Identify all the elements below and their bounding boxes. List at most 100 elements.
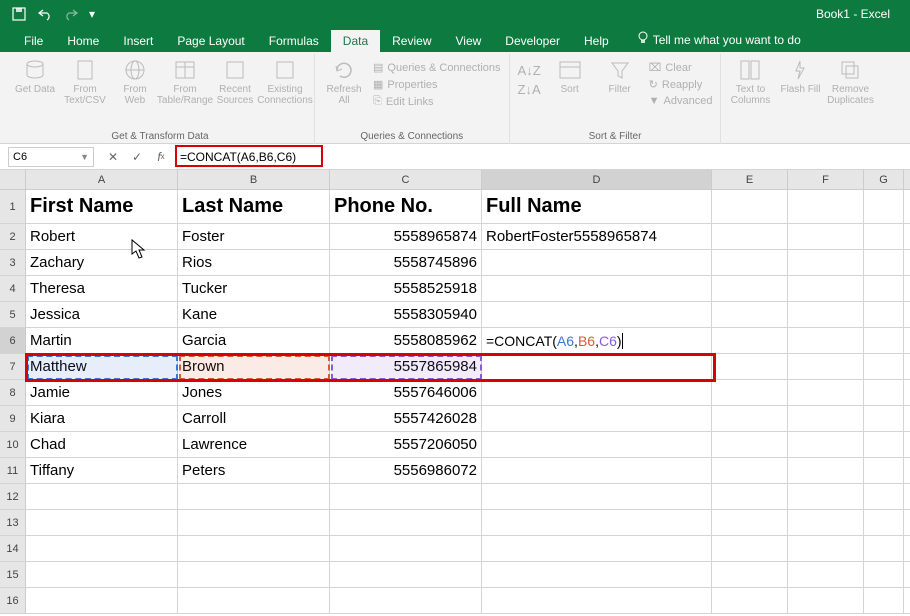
cell[interactable]: Carroll	[178, 406, 330, 431]
cell[interactable]	[788, 328, 864, 353]
row-header[interactable]: 9	[0, 406, 26, 431]
edit-links-button[interactable]: ⎘Edit Links	[371, 94, 503, 109]
cell[interactable]	[788, 406, 864, 431]
cell[interactable]	[712, 588, 788, 613]
cell[interactable]	[26, 484, 178, 509]
row-header[interactable]: 4	[0, 276, 26, 301]
formula-input[interactable]	[176, 147, 910, 167]
cell[interactable]	[788, 432, 864, 457]
cell[interactable]	[712, 406, 788, 431]
cell[interactable]	[712, 536, 788, 561]
qat-dropdown-icon[interactable]: ▾	[86, 3, 98, 25]
cell[interactable]: Peters	[178, 458, 330, 483]
text-to-columns-button[interactable]: Text to Columns	[727, 58, 773, 106]
cell[interactable]	[712, 510, 788, 535]
cell[interactable]	[712, 562, 788, 587]
from-web-button[interactable]: From Web	[112, 58, 158, 106]
cell[interactable]: Kiara	[26, 406, 178, 431]
sort-button[interactable]: Sort	[547, 58, 593, 95]
from-table-button[interactable]: From Table/Range	[162, 58, 208, 106]
row-header[interactable]: 11	[0, 458, 26, 483]
cell[interactable]	[712, 302, 788, 327]
tab-formulas[interactable]: Formulas	[257, 30, 331, 52]
cell[interactable]	[864, 432, 904, 457]
cell[interactable]	[712, 380, 788, 405]
cell[interactable]: 5557646006	[330, 380, 482, 405]
cell[interactable]: Jones	[178, 380, 330, 405]
cell[interactable]	[482, 510, 712, 535]
cell[interactable]	[712, 224, 788, 249]
cell[interactable]	[788, 484, 864, 509]
save-icon[interactable]	[8, 3, 30, 25]
cell[interactable]	[864, 224, 904, 249]
cell[interactable]: Phone No.	[330, 190, 482, 223]
cell[interactable]: 5558525918	[330, 276, 482, 301]
fx-icon[interactable]: fx	[152, 148, 170, 166]
cell[interactable]	[864, 276, 904, 301]
cell[interactable]	[788, 458, 864, 483]
refresh-all-button[interactable]: Refresh All	[321, 58, 367, 106]
col-header-a[interactable]: A	[26, 170, 178, 189]
cell[interactable]	[864, 250, 904, 275]
cell[interactable]: Martin	[26, 328, 178, 353]
cell[interactable]	[482, 354, 712, 379]
cell[interactable]: Garcia	[178, 328, 330, 353]
cell[interactable]: Last Name	[178, 190, 330, 223]
cell[interactable]	[864, 458, 904, 483]
col-header-e[interactable]: E	[712, 170, 788, 189]
cell[interactable]: 5558085962	[330, 328, 482, 353]
flash-fill-button[interactable]: Flash Fill	[777, 58, 823, 95]
cell[interactable]	[26, 536, 178, 561]
row-header[interactable]: 10	[0, 432, 26, 457]
tab-developer[interactable]: Developer	[493, 30, 572, 52]
cell[interactable]	[864, 380, 904, 405]
row-header[interactable]: 12	[0, 484, 26, 509]
cell[interactable]	[788, 250, 864, 275]
cell[interactable]: Tiffany	[26, 458, 178, 483]
cell[interactable]	[26, 510, 178, 535]
from-csv-button[interactable]: From Text/CSV	[62, 58, 108, 106]
cell[interactable]	[712, 190, 788, 223]
cell[interactable]: 5558305940	[330, 302, 482, 327]
row-header[interactable]: 14	[0, 536, 26, 561]
existing-conn-button[interactable]: Existing Connections	[262, 58, 308, 106]
reapply-button[interactable]: ↻Reapply	[647, 77, 715, 92]
cell[interactable]	[330, 510, 482, 535]
tab-data[interactable]: Data	[331, 30, 380, 52]
cell[interactable]: Full Name	[482, 190, 712, 223]
cell[interactable]	[788, 276, 864, 301]
cell[interactable]: Chad	[26, 432, 178, 457]
cell[interactable]	[178, 484, 330, 509]
row-header[interactable]: 15	[0, 562, 26, 587]
get-data-button[interactable]: Get Data	[12, 58, 58, 95]
tab-home[interactable]: Home	[55, 30, 111, 52]
cell[interactable]	[712, 484, 788, 509]
row-header[interactable]: 8	[0, 380, 26, 405]
cell[interactable]	[178, 510, 330, 535]
cell[interactable]	[712, 328, 788, 353]
cell[interactable]	[178, 562, 330, 587]
cell[interactable]	[26, 562, 178, 587]
cell[interactable]	[788, 510, 864, 535]
cell[interactable]	[482, 250, 712, 275]
cell[interactable]	[482, 588, 712, 613]
cell[interactable]	[482, 458, 712, 483]
cell[interactable]: Foster	[178, 224, 330, 249]
cell[interactable]: 5558965874	[330, 224, 482, 249]
tell-me-search[interactable]: Tell me what you want to do	[629, 27, 809, 52]
cell[interactable]	[712, 250, 788, 275]
filter-button[interactable]: Filter	[597, 58, 643, 95]
cell[interactable]: Brown	[178, 354, 330, 379]
cell[interactable]	[482, 276, 712, 301]
cell[interactable]: Jessica	[26, 302, 178, 327]
cell[interactable]	[788, 536, 864, 561]
row-header[interactable]: 13	[0, 510, 26, 535]
cell[interactable]: Lawrence	[178, 432, 330, 457]
cell[interactable]	[788, 380, 864, 405]
sort-desc-button[interactable]: Z↓A	[516, 81, 543, 98]
cell[interactable]	[864, 302, 904, 327]
cell[interactable]: 5557865984	[330, 354, 482, 379]
cell[interactable]: =CONCAT(A6,B6,C6)	[482, 328, 712, 353]
cell[interactable]	[482, 484, 712, 509]
undo-icon[interactable]	[34, 3, 56, 25]
